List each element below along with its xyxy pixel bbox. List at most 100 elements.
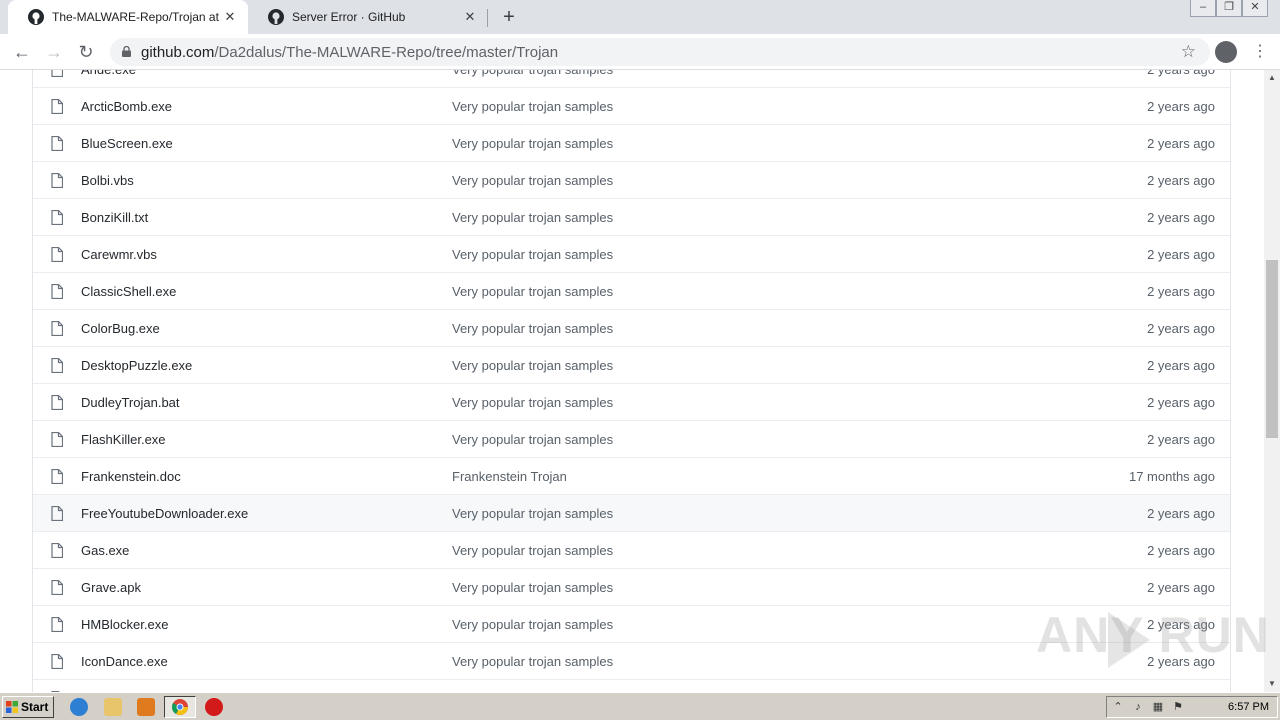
table-row[interactable] [33, 679, 1230, 692]
chrome-icon [172, 699, 188, 715]
clock[interactable]: 6:57 PM [1228, 701, 1269, 713]
commit-age: 2 years ago [1147, 580, 1215, 595]
commit-message-link[interactable]: Very popular trojan samples [452, 543, 613, 558]
commit-message-link[interactable]: Very popular trojan samples [452, 136, 613, 151]
play-icon [1108, 612, 1150, 668]
file-name-link[interactable]: Gas.exe [81, 543, 129, 558]
file-name-link[interactable]: IconDance.exe [81, 654, 168, 669]
lock-icon [122, 46, 131, 57]
commit-message-link[interactable]: Very popular trojan samples [452, 580, 613, 595]
commit-message-link[interactable]: Very popular trojan samples [452, 506, 613, 521]
file-icon [51, 284, 63, 299]
commit-message-link[interactable]: Very popular trojan samples [452, 321, 613, 336]
network-icon[interactable]: ▦ [1151, 701, 1165, 714]
commit-message-link[interactable]: Very popular trojan samples [452, 210, 613, 225]
file-name-link[interactable]: BlueScreen.exe [81, 136, 173, 151]
table-row[interactable]: Gas.exe Very popular trojan samples 2 year… [33, 531, 1230, 568]
file-name-link[interactable]: ArcticBomb.exe [81, 99, 172, 114]
tab-title: The-MALWARE-Repo/Trojan at mast [52, 10, 222, 24]
window-controls: ‒ ❐ ✕ [1190, 0, 1268, 17]
file-name-link[interactable]: ColorBug.exe [81, 321, 160, 336]
minimize-button[interactable]: ‒ [1190, 0, 1216, 17]
scroll-down-icon[interactable]: ▼ [1264, 676, 1280, 692]
file-icon [51, 173, 63, 188]
table-row[interactable]: ColorBug.exe Very popular trojan samples 2… [33, 309, 1230, 346]
table-row[interactable]: FlashKiller.exe Very popular trojan sampl… [33, 420, 1230, 457]
table-row[interactable]: Frankenstein.doc Frankenstein Trojan 17 mo… [33, 457, 1230, 494]
table-row[interactable]: BlueScreen.exe Very popular trojan sample… [33, 124, 1230, 161]
file-name-link[interactable]: FlashKiller.exe [81, 432, 166, 447]
file-name-link[interactable]: Grave.apk [81, 580, 141, 595]
flag-icon[interactable]: ⚑ [1171, 701, 1185, 714]
reload-icon[interactable]: ↻ [74, 40, 98, 64]
address-bar[interactable]: github.com/Da2dalus/The-MALWARE-Repo/tre… [110, 38, 1210, 66]
commit-message-link[interactable]: Frankenstein Trojan [452, 469, 567, 484]
back-arrow-icon[interactable]: ← [10, 40, 34, 64]
scrollbar-thumb[interactable] [1266, 260, 1278, 438]
url-path: /Da2dalus/The-MALWARE-Repo/tree/master/T… [214, 44, 559, 61]
internet-explorer-icon[interactable] [70, 698, 88, 716]
tab-server-error[interactable]: Server Error · GitHub ✕ [248, 0, 488, 34]
tray-expand-icon[interactable]: ⌃ [1111, 701, 1125, 714]
folder-icon[interactable] [104, 698, 122, 716]
bookmark-star-icon[interactable]: ☆ [1181, 42, 1196, 62]
warning-app-icon[interactable] [205, 698, 223, 716]
table-row[interactable]: DesktopPuzzle.exe Very popular trojan sam… [33, 346, 1230, 383]
commit-message-link[interactable]: Very popular trojan samples [452, 173, 613, 188]
commit-message-link[interactable]: Very popular trojan samples [452, 654, 613, 669]
file-name-link[interactable]: BonziKill.txt [81, 210, 148, 225]
file-name-link[interactable]: ClassicShell.exe [81, 284, 176, 299]
tab-title: Server Error · GitHub [292, 10, 406, 24]
media-player-icon[interactable] [137, 698, 155, 716]
close-tab-icon[interactable]: ✕ [462, 9, 478, 25]
table-row[interactable]: ClassicShell.exe Very popular trojan samp… [33, 272, 1230, 309]
url-host: github.com [141, 44, 215, 61]
commit-message-link[interactable]: Very popular trojan samples [452, 284, 613, 299]
file-name-link[interactable]: DesktopPuzzle.exe [81, 358, 192, 373]
commit-message-link[interactable]: Very popular trojan samples [452, 99, 613, 114]
file-icon [51, 654, 63, 669]
commit-message-link[interactable]: Very popular trojan samples [452, 247, 613, 262]
restore-button[interactable]: ❐ [1216, 0, 1242, 17]
table-row[interactable]: Ande.exe Very popular trojan samples 2 yea… [33, 70, 1230, 87]
file-name-link[interactable]: HMBlocker.exe [81, 617, 168, 632]
commit-age: 2 years ago [1147, 70, 1215, 77]
file-name-link[interactable]: Frankenstein.doc [81, 469, 181, 484]
file-name-link[interactable]: Bolbi.vbs [81, 173, 134, 188]
table-row[interactable]: DudleyTrojan.bat Very popular trojan samp… [33, 383, 1230, 420]
start-button[interactable]: Start [2, 696, 54, 718]
github-icon [28, 9, 44, 25]
table-row[interactable]: ArcticBomb.exe Very popular trojan sample… [33, 87, 1230, 124]
tab-malware-repo[interactable]: The-MALWARE-Repo/Trojan at mast ✕ [8, 0, 248, 34]
profile-avatar-icon[interactable] [1215, 41, 1237, 63]
commit-message-link[interactable]: Very popular trojan samples [452, 395, 613, 410]
file-icon [51, 506, 63, 521]
close-window-button[interactable]: ✕ [1242, 0, 1268, 17]
table-row[interactable]: Carewmr.vbs Very popular trojan samples 2 … [33, 235, 1230, 272]
commit-message-link[interactable]: Very popular trojan samples [452, 70, 613, 77]
close-tab-icon[interactable]: ✕ [222, 9, 238, 25]
anyrun-watermark: ANY RUN [1036, 607, 1270, 663]
scroll-up-icon[interactable]: ▲ [1264, 70, 1280, 86]
menu-kebab-icon[interactable]: ⋮ [1252, 42, 1268, 62]
commit-age: 2 years ago [1147, 210, 1215, 225]
file-name-link[interactable]: Ande.exe [81, 70, 136, 77]
table-row[interactable]: BonziKill.txt Very popular trojan samples… [33, 198, 1230, 235]
file-name-link[interactable]: FreeYoutubeDownloader.exe [81, 506, 248, 521]
table-row[interactable]: FreeYoutubeDownloader.exe Very popular tr… [33, 494, 1230, 531]
file-name-link[interactable]: DudleyTrojan.bat [81, 395, 180, 410]
forward-arrow-icon[interactable]: → [42, 40, 66, 64]
chrome-taskbar-button[interactable] [164, 696, 196, 718]
table-row[interactable]: Grave.apk Very popular trojan samples 2 ye… [33, 568, 1230, 605]
scrollbar[interactable]: ▲ ▼ [1264, 70, 1280, 692]
file-icon [51, 469, 63, 484]
commit-message-link[interactable]: Very popular trojan samples [452, 358, 613, 373]
new-tab-button[interactable]: + [498, 6, 520, 28]
volume-icon[interactable]: ♪ [1131, 701, 1145, 714]
windows-logo-icon [6, 701, 18, 713]
commit-message-link[interactable]: Very popular trojan samples [452, 432, 613, 447]
file-icon [51, 70, 63, 77]
commit-message-link[interactable]: Very popular trojan samples [452, 617, 613, 632]
table-row[interactable]: Bolbi.vbs Very popular trojan samples 2 ye… [33, 161, 1230, 198]
file-name-link[interactable]: Carewmr.vbs [81, 247, 157, 262]
